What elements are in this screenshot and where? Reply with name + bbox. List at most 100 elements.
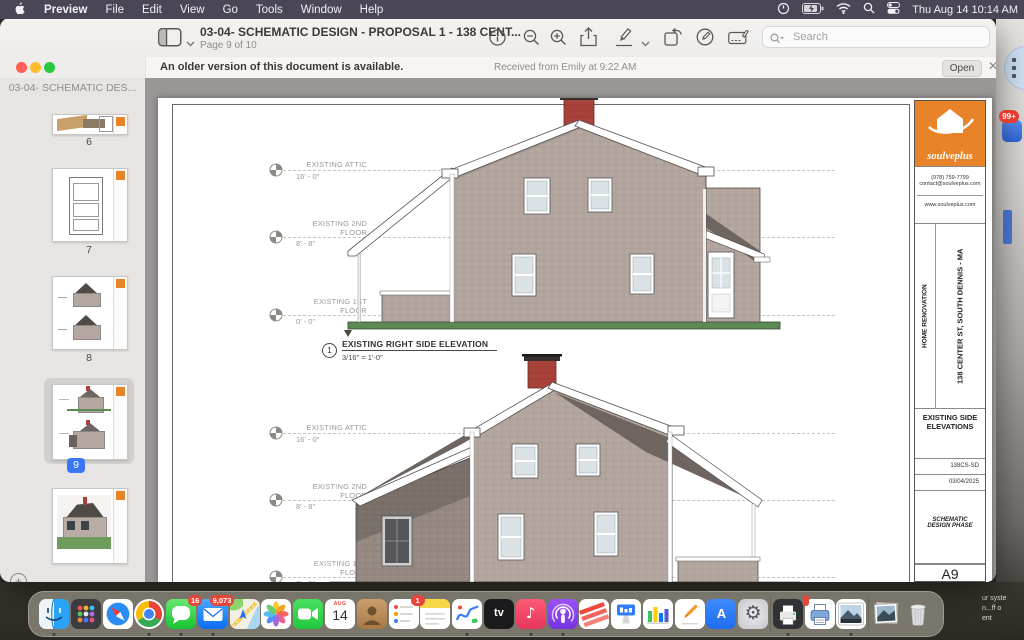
- page-thumbnail-7[interactable]: [52, 168, 128, 242]
- open-version-button[interactable]: Open: [942, 60, 982, 77]
- dock-safari-icon[interactable]: [103, 599, 133, 629]
- share-button[interactable]: [580, 27, 597, 52]
- dock-divider: [868, 597, 869, 631]
- markup-pen-button[interactable]: [614, 28, 634, 52]
- close-window-button[interactable]: [16, 62, 27, 73]
- page-thumbnail-9[interactable]: [52, 384, 128, 460]
- dock-printer-icon[interactable]: [773, 599, 803, 629]
- elevation-drawing-right-side: [340, 98, 790, 334]
- dock-news-icon[interactable]: [579, 599, 609, 629]
- info-button[interactable]: [489, 29, 506, 51]
- calendar-day: 14: [325, 607, 355, 623]
- markup-chevron-icon[interactable]: [641, 34, 650, 52]
- dock-messages-icon[interactable]: 16: [166, 599, 196, 629]
- project-name: HOME RENOVATION: [915, 224, 935, 409]
- project-address: 138 CENTER ST, SOUTH DENNIS - MA: [936, 224, 984, 409]
- desktop-right-strip: [996, 18, 1024, 582]
- sheet-date: 03/04/2025: [915, 475, 985, 491]
- dock-reminders-icon[interactable]: 1: [389, 599, 419, 629]
- dock-appstore-icon[interactable]: A: [706, 599, 736, 629]
- dock-freeform-icon[interactable]: [452, 599, 482, 629]
- firm-email: contact@soulveplus.com: [915, 181, 985, 187]
- dock-facetime-icon[interactable]: [293, 599, 323, 629]
- messages-badge: 16: [188, 595, 202, 606]
- dock-chrome-icon[interactable]: [134, 599, 164, 629]
- dock-contacts-icon[interactable]: [357, 599, 387, 629]
- fill-sign-button[interactable]: [728, 30, 750, 50]
- page-thumbnail-6[interactable]: [52, 114, 128, 135]
- music-note-glyph: ♪: [516, 604, 546, 622]
- dock-keynote-icon[interactable]: [611, 599, 641, 629]
- dock-preview-document-icon[interactable]: [836, 599, 866, 629]
- brand-name: soulveplus: [915, 151, 985, 162]
- dock-downloads-stack-icon[interactable]: [871, 599, 901, 629]
- dock-pages-icon[interactable]: [675, 599, 705, 629]
- banner-close-icon[interactable]: ✕: [988, 59, 996, 73]
- search-icon: [770, 32, 784, 50]
- dock-mail-icon[interactable]: 9,073: [198, 599, 228, 629]
- dock-finder-icon[interactable]: [39, 599, 69, 629]
- annotate-button[interactable]: [696, 28, 714, 51]
- menu-go[interactable]: Go: [214, 4, 247, 16]
- menu-help[interactable]: Help: [351, 4, 393, 16]
- menubar-clock[interactable]: Thu Aug 14 10:14 AM: [912, 4, 1018, 16]
- zoom-window-button[interactable]: [44, 62, 55, 73]
- dock-maps-icon[interactable]: [230, 599, 260, 629]
- dock-launchpad-icon[interactable]: [71, 599, 101, 629]
- sidebar-chevron-down-icon[interactable]: [186, 34, 195, 52]
- search-input[interactable]: [762, 26, 990, 48]
- zoom-out-button[interactable]: [523, 29, 540, 51]
- desktop-text-fragment: n...ff o: [982, 604, 1001, 614]
- sheet-number: A9: [915, 564, 985, 582]
- battery-icon[interactable]: [802, 3, 824, 17]
- level-elevation: 8' - 8": [296, 239, 315, 248]
- apple-menu-icon[interactable]: [0, 2, 35, 18]
- page-indicator: Page 9 of 10: [200, 40, 257, 51]
- level-head-symbol: [269, 493, 283, 507]
- dock-trash-icon[interactable]: [903, 599, 933, 629]
- spotlight-icon[interactable]: [863, 2, 875, 17]
- menu-app-name[interactable]: Preview: [35, 4, 96, 16]
- level-elevation: 0' - 0": [296, 317, 315, 326]
- add-page-button[interactable]: +: [10, 573, 27, 582]
- dock-tv-icon[interactable]: tv: [484, 599, 514, 629]
- dock-print-queue-icon[interactable]: [805, 599, 835, 629]
- dock-music-icon[interactable]: ♪: [516, 599, 546, 629]
- document-title: 03-04- SCHEMATIC DESIGN - PROPOSAL 1 - 1…: [200, 25, 521, 39]
- document-scroll-area[interactable]: EXISTING ATTIC 16' - 0" EXISTING 2ND FLO…: [145, 78, 996, 582]
- desktop-text-fragment: ent: [982, 614, 992, 624]
- window-toolbar: 03-04- SCHEMATIC DESIGN - PROPOSAL 1 - 1…: [0, 18, 996, 58]
- wifi-icon[interactable]: [836, 3, 851, 17]
- sheet-title: EXISTING SIDE ELEVATIONS: [915, 409, 985, 459]
- page-thumbnail-8[interactable]: [52, 276, 128, 350]
- focus-mode-icon[interactable]: [777, 2, 790, 18]
- level-head-symbol: [269, 163, 283, 177]
- dock-settings-icon[interactable]: ⚙: [738, 599, 768, 629]
- dock-notes-icon[interactable]: [420, 599, 450, 629]
- menu-file[interactable]: File: [96, 4, 133, 16]
- menu-bar: Preview File Edit View Go Tools Window H…: [0, 0, 1024, 19]
- control-center-icon[interactable]: [887, 2, 900, 17]
- sidebar-toggle-button[interactable]: [158, 28, 182, 52]
- level-head-symbol: [269, 230, 283, 244]
- zoom-in-button[interactable]: [550, 29, 567, 51]
- minimize-window-button[interactable]: [30, 62, 41, 73]
- dock-divider: [770, 597, 771, 631]
- desktop-notification-icon[interactable]: [1002, 120, 1022, 142]
- dock-numbers-icon[interactable]: [643, 599, 673, 629]
- spot-elevation-marker: [344, 330, 352, 337]
- menu-edit[interactable]: Edit: [133, 4, 171, 16]
- preview-window: 03-04- SCHEMATIC DESIGN - PROPOSAL 1 - 1…: [0, 18, 996, 582]
- menu-window[interactable]: Window: [292, 4, 351, 16]
- page-thumbnail-10[interactable]: [52, 488, 128, 564]
- dock-podcasts-icon[interactable]: [548, 599, 578, 629]
- desktop-text-fragment: ur syste: [982, 594, 1007, 604]
- rotate-button[interactable]: [664, 28, 683, 51]
- menu-view[interactable]: View: [171, 4, 214, 16]
- thumbnail-sidebar: 03-04- SCHEMATIC DES... 6 7 8: [0, 78, 146, 582]
- dock-photos-icon[interactable]: [261, 599, 291, 629]
- view-title: EXISTING RIGHT SIDE ELEVATION: [342, 339, 488, 349]
- menu-tools[interactable]: Tools: [247, 4, 292, 16]
- contact-cell: (978) 759-7799 contact@soulveplus.com ww…: [915, 167, 985, 224]
- dock-calendar-icon[interactable]: AUG 14: [325, 599, 355, 629]
